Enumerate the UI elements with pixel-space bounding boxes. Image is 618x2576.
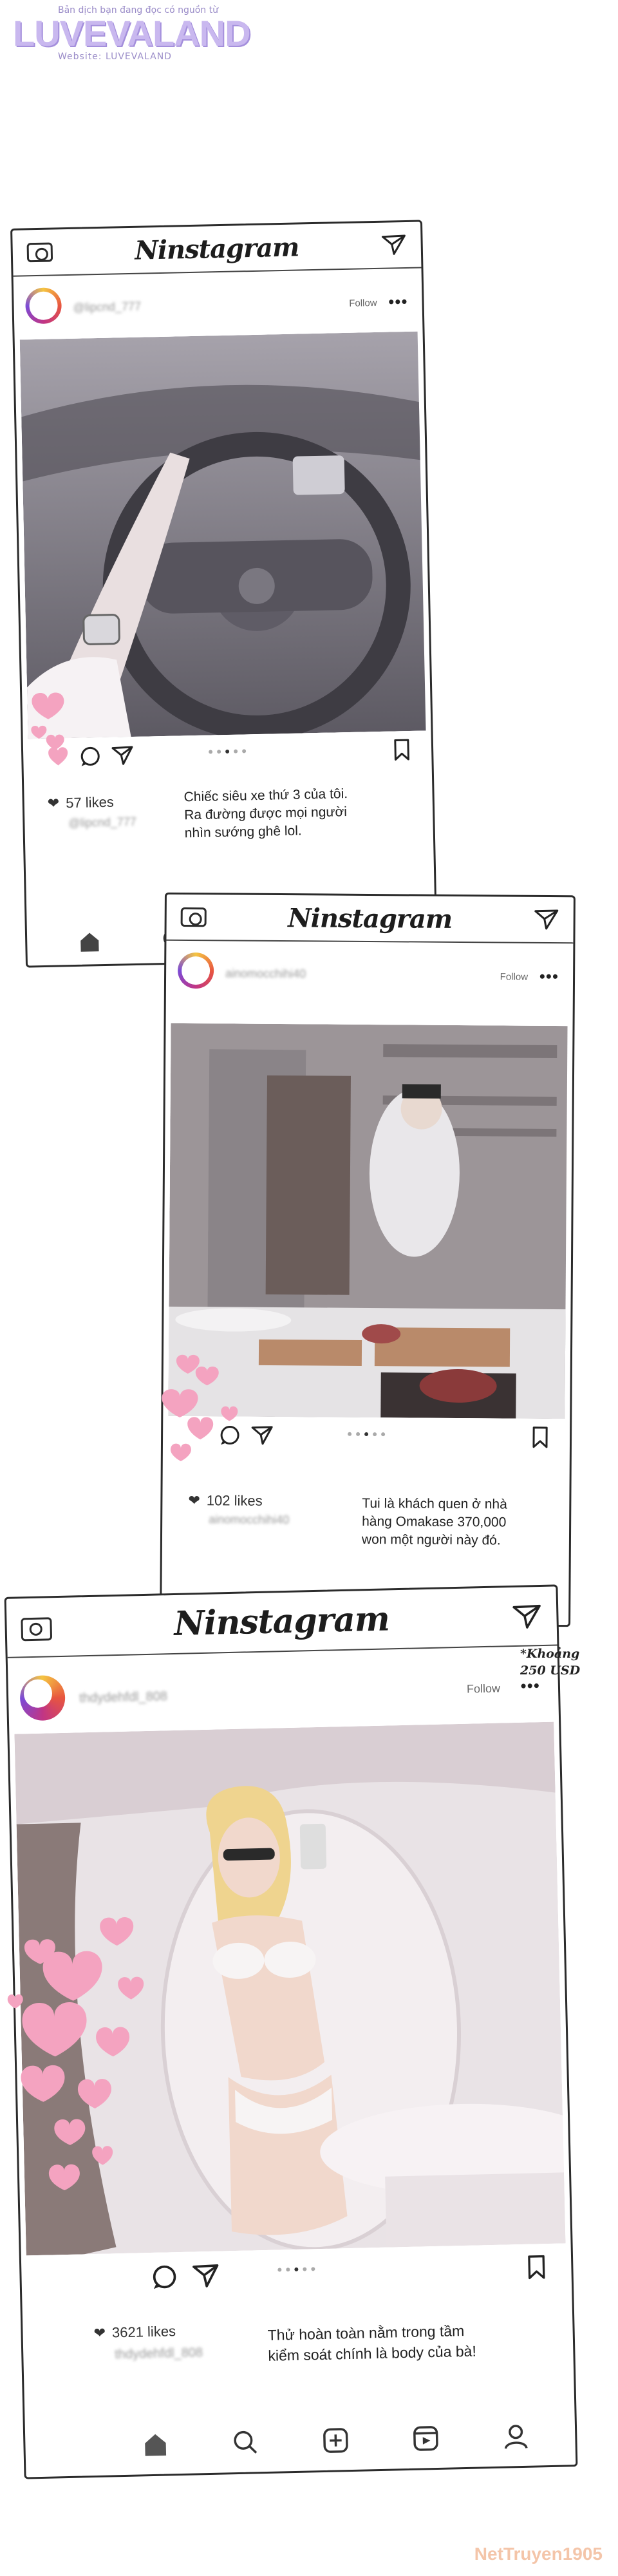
app-logo: Ninstagram [134,232,299,266]
carousel-indicator [277,2267,315,2272]
instagram-frame-1: Ninstagram @lipcnd_777 Follow ••• ❤ 57 l… [10,220,438,968]
carousel-indicator [209,749,247,754]
app-logo: Ninstagram [173,1599,390,1643]
heart-icon: ❤ [47,795,60,811]
heart-icon: ❤ [93,2324,106,2342]
action-row [21,2249,572,2300]
post-photo-omakase-chef [168,1023,568,1419]
top-bar: Ninstagram [6,1586,557,1658]
post-photo-mirror-selfie [14,1721,566,2256]
avatar[interactable] [177,952,214,989]
share-icon[interactable] [250,1424,274,1447]
follow-button[interactable]: Follow [500,971,528,982]
home-icon[interactable] [141,2430,170,2459]
app-logo: Ninstagram [288,903,453,934]
bookmark-icon[interactable] [529,1426,552,1449]
avatar[interactable] [24,287,62,325]
more-options-icon[interactable]: ••• [539,967,559,987]
follow-button[interactable]: Follow [467,1681,500,1696]
share-icon[interactable] [191,2262,220,2291]
bookmark-icon[interactable] [390,738,414,762]
liked-by-username: @lipcnd_777 [68,815,136,830]
comment-icon[interactable] [79,744,102,768]
carousel-indicator [348,1432,386,1437]
action-row [23,734,432,774]
username[interactable]: ainomocchihi40 [225,967,306,981]
footer-watermark: NetTruyen1905 [474,2544,603,2564]
translator-note: *Khoảng 250 USD [520,1647,581,1678]
top-bar: Ninstagram [12,222,422,277]
avatar[interactable] [19,1674,66,1721]
likes-count: ❤ 57 likes [47,794,114,812]
likes-label: 102 likes [206,1492,263,1509]
heart-icon: ❤ [188,1492,200,1509]
likes-label: 3621 likes [111,2323,176,2341]
post-caption: Tui là khách quen ở nhà hàng Omakase 370… [361,1495,507,1548]
instagram-frame-3: Ninstagram thdydehfdl_808 Follow ••• ❤ 3… [4,1584,578,2479]
likes-count: ❤ 3621 likes [93,2323,176,2342]
post-header: thdydehfdl_808 Follow ••• [8,1648,559,1731]
username[interactable]: thdydehfdl_808 [79,1689,167,1706]
profile-icon[interactable] [501,2422,530,2451]
top-bar: Ninstagram [166,894,574,944]
send-icon[interactable] [534,909,559,931]
search-icon[interactable] [231,2428,260,2457]
send-icon[interactable] [380,234,407,256]
add-icon[interactable] [321,2426,350,2455]
liked-by-username: thdydehfdl_808 [115,2345,203,2362]
more-options-icon[interactable]: ••• [388,292,408,312]
send-icon[interactable] [511,1604,543,1630]
watermark-logo: LUVEVALAND [13,13,251,53]
share-icon[interactable] [111,744,135,768]
post-caption: Chiếc siêu xe thứ 3 của tôi. Ra đường đư… [183,786,348,841]
action-row [163,1419,570,1454]
liked-by-username: ainomocchihi40 [209,1513,290,1527]
comment-icon[interactable] [150,2262,179,2291]
home-icon[interactable] [77,929,102,954]
post-photo-car-interior [19,331,426,739]
instagram-frame-2: Ninstagram ainomocchihi40 Follow ••• ❤ 1… [160,892,576,1627]
post-caption: Thử hoàn toàn nằm trong tầm kiểm soát ch… [267,2322,477,2364]
bottom-nav [25,2407,576,2477]
likes-count: ❤ 102 likes [188,1492,262,1510]
username[interactable]: @lipcnd_777 [73,300,141,315]
comment-icon[interactable] [218,1423,241,1446]
post-header: @lipcnd_777 Follow ••• [14,268,423,334]
follow-button[interactable]: Follow [349,298,377,309]
reels-icon[interactable] [411,2424,440,2453]
watermark: Bản dịch bạn đang đọc có nguồn từ LUVEVA… [13,5,251,62]
bookmark-icon[interactable] [523,2254,550,2280]
post-header: ainomocchihi40 Follow ••• [166,941,574,1001]
likes-label: 57 likes [65,793,115,811]
heart-icon[interactable] [46,745,70,769]
